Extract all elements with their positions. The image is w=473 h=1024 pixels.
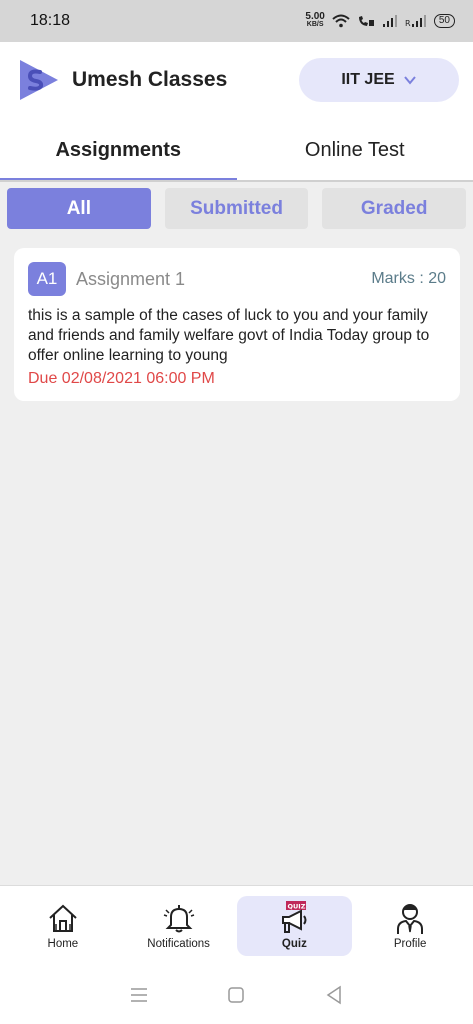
- signal-icon-2: R: [405, 15, 426, 28]
- assignment-card[interactable]: A1 Assignment 1 Marks : 20 this is a sam…: [14, 248, 460, 401]
- filter-all-button[interactable]: All: [7, 188, 151, 229]
- tab-bar: Assignments Online Test: [0, 118, 473, 182]
- nav-profile-label: Profile: [393, 938, 427, 950]
- app-title: Umesh Classes: [72, 68, 228, 91]
- wifi-calling-icon: [358, 16, 374, 26]
- wifi-icon: [332, 14, 350, 28]
- home-icon: [49, 904, 77, 932]
- svg-text:R: R: [405, 19, 411, 28]
- assignment-marks: Marks : 20: [371, 270, 446, 287]
- system-nav-bar: [0, 965, 473, 1024]
- nav-quiz-label: Quiz: [281, 938, 307, 950]
- status-bar: 18:18 5.00 KB/S R 50: [0, 0, 473, 42]
- chevron-down-icon: [403, 76, 416, 85]
- tab-divider: [0, 180, 473, 182]
- nav-quiz[interactable]: QUIZ Quiz: [236, 896, 353, 956]
- assignment-title: Assignment 1: [76, 268, 186, 289]
- status-time: 18:18: [30, 12, 71, 29]
- course-selected-label: IIT JEE: [341, 71, 395, 88]
- app-logo-icon: [20, 60, 58, 100]
- quiz-megaphone-icon: QUIZ: [282, 901, 307, 933]
- app-header: Umesh Classes IIT JEE: [0, 42, 473, 118]
- profile-icon: [397, 904, 424, 934]
- filter-submitted-button[interactable]: Submitted: [164, 188, 309, 229]
- back-triangle-icon[interactable]: [323, 984, 345, 1006]
- bell-icon: [163, 905, 194, 933]
- speed-unit: KB/S: [306, 21, 324, 28]
- speed-value: 5.00: [305, 11, 325, 22]
- status-icons: 5.00 KB/S R 50: [305, 11, 455, 29]
- signal-icon-1: [382, 15, 397, 27]
- battery-indicator: 50: [433, 14, 455, 28]
- network-speed: 5.00 KB/S: [305, 11, 325, 29]
- nav-profile[interactable]: Profile: [352, 896, 468, 956]
- tab-assignments[interactable]: Assignments: [0, 118, 237, 182]
- nav-home-label: Home: [47, 938, 79, 950]
- bottom-nav: Home Notifications QUIZ Quiz Profile: [0, 885, 473, 965]
- assignment-due-date: Due 02/08/2021 06:00 PM: [28, 370, 215, 387]
- home-square-icon[interactable]: [225, 984, 247, 1006]
- nav-notifications[interactable]: Notifications: [121, 896, 237, 956]
- assignment-description: this is a sample of the cases of luck to…: [28, 307, 430, 364]
- course-selector[interactable]: IIT JEE: [299, 58, 459, 102]
- filter-bar: All Submitted Graded: [7, 188, 467, 229]
- assignment-badge: A1: [28, 262, 66, 296]
- nav-notifications-label: Notifications: [147, 938, 210, 950]
- assignment-card-header: A1 Assignment 1 Marks : 20: [28, 262, 446, 296]
- quiz-badge-text: QUIZ: [288, 903, 306, 911]
- tab-online-test[interactable]: Online Test: [237, 118, 473, 182]
- filter-graded-button[interactable]: Graded: [322, 188, 467, 229]
- nav-home[interactable]: Home: [5, 896, 121, 956]
- menu-icon[interactable]: [128, 984, 150, 1006]
